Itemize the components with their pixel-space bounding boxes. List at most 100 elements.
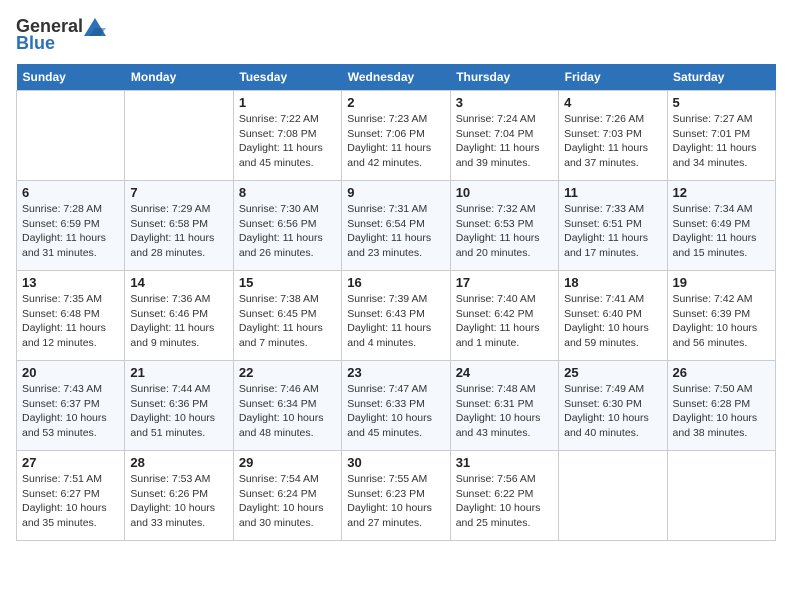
day-number: 2 — [347, 95, 444, 110]
day-info: Sunrise: 7:42 AMSunset: 6:39 PMDaylight:… — [673, 292, 770, 351]
calendar-cell: 26 Sunrise: 7:50 AMSunset: 6:28 PMDayligh… — [667, 361, 775, 451]
calendar-week-row: 13 Sunrise: 7:35 AMSunset: 6:48 PMDayligh… — [17, 271, 776, 361]
day-number: 17 — [456, 275, 553, 290]
day-info: Sunrise: 7:32 AMSunset: 6:53 PMDaylight:… — [456, 202, 553, 261]
day-header-wednesday: Wednesday — [342, 64, 450, 91]
calendar-week-row: 6 Sunrise: 7:28 AMSunset: 6:59 PMDaylight… — [17, 181, 776, 271]
day-info: Sunrise: 7:31 AMSunset: 6:54 PMDaylight:… — [347, 202, 444, 261]
calendar-cell: 30 Sunrise: 7:55 AMSunset: 6:23 PMDayligh… — [342, 451, 450, 541]
page-header: General Blue — [16, 16, 776, 54]
calendar-cell: 20 Sunrise: 7:43 AMSunset: 6:37 PMDayligh… — [17, 361, 125, 451]
day-number: 31 — [456, 455, 553, 470]
day-info: Sunrise: 7:49 AMSunset: 6:30 PMDaylight:… — [564, 382, 661, 441]
day-number: 13 — [22, 275, 119, 290]
day-info: Sunrise: 7:29 AMSunset: 6:58 PMDaylight:… — [130, 202, 227, 261]
day-number: 20 — [22, 365, 119, 380]
day-number: 28 — [130, 455, 227, 470]
day-number: 18 — [564, 275, 661, 290]
day-info: Sunrise: 7:51 AMSunset: 6:27 PMDaylight:… — [22, 472, 119, 531]
day-number: 5 — [673, 95, 770, 110]
day-number: 23 — [347, 365, 444, 380]
day-info: Sunrise: 7:23 AMSunset: 7:06 PMDaylight:… — [347, 112, 444, 171]
day-header-thursday: Thursday — [450, 64, 558, 91]
day-info: Sunrise: 7:44 AMSunset: 6:36 PMDaylight:… — [130, 382, 227, 441]
day-header-saturday: Saturday — [667, 64, 775, 91]
day-info: Sunrise: 7:48 AMSunset: 6:31 PMDaylight:… — [456, 382, 553, 441]
day-info: Sunrise: 7:33 AMSunset: 6:51 PMDaylight:… — [564, 202, 661, 261]
day-info: Sunrise: 7:47 AMSunset: 6:33 PMDaylight:… — [347, 382, 444, 441]
calendar-cell: 8Sunrise: 7:30 AMSunset: 6:56 PMDaylight… — [233, 181, 341, 271]
day-number: 10 — [456, 185, 553, 200]
day-header-monday: Monday — [125, 64, 233, 91]
calendar-cell: 27 Sunrise: 7:51 AMSunset: 6:27 PMDayligh… — [17, 451, 125, 541]
calendar-cell: 18 Sunrise: 7:41 AMSunset: 6:40 PMDayligh… — [559, 271, 667, 361]
logo-blue-text: Blue — [16, 33, 55, 54]
calendar-cell: 7 Sunrise: 7:29 AMSunset: 6:58 PMDaylight… — [125, 181, 233, 271]
calendar-cell: 23 Sunrise: 7:47 AMSunset: 6:33 PMDayligh… — [342, 361, 450, 451]
day-number: 29 — [239, 455, 336, 470]
day-number: 6 — [22, 185, 119, 200]
day-info: Sunrise: 7:35 AMSunset: 6:48 PMDaylight:… — [22, 292, 119, 351]
day-number: 9 — [347, 185, 444, 200]
day-header-sunday: Sunday — [17, 64, 125, 91]
day-number: 4 — [564, 95, 661, 110]
day-number: 26 — [673, 365, 770, 380]
calendar-cell: 9 Sunrise: 7:31 AMSunset: 6:54 PMDaylight… — [342, 181, 450, 271]
calendar-cell: 17Sunrise: 7:40 AMSunset: 6:42 PMDayligh… — [450, 271, 558, 361]
day-info: Sunrise: 7:34 AMSunset: 6:49 PMDaylight:… — [673, 202, 770, 261]
day-number: 11 — [564, 185, 661, 200]
calendar-cell — [125, 91, 233, 181]
day-number: 25 — [564, 365, 661, 380]
day-number: 16 — [347, 275, 444, 290]
calendar-cell: 16Sunrise: 7:39 AMSunset: 6:43 PMDayligh… — [342, 271, 450, 361]
day-header-friday: Friday — [559, 64, 667, 91]
day-info: Sunrise: 7:41 AMSunset: 6:40 PMDaylight:… — [564, 292, 661, 351]
day-info: Sunrise: 7:53 AMSunset: 6:26 PMDaylight:… — [130, 472, 227, 531]
day-number: 27 — [22, 455, 119, 470]
calendar-cell: 12 Sunrise: 7:34 AMSunset: 6:49 PMDayligh… — [667, 181, 775, 271]
day-info: Sunrise: 7:30 AMSunset: 6:56 PMDaylight:… — [239, 202, 336, 261]
calendar-cell: 31Sunrise: 7:56 AMSunset: 6:22 PMDayligh… — [450, 451, 558, 541]
day-number: 1 — [239, 95, 336, 110]
calendar-week-row: 27 Sunrise: 7:51 AMSunset: 6:27 PMDayligh… — [17, 451, 776, 541]
logo-icon — [84, 18, 106, 36]
day-number: 30 — [347, 455, 444, 470]
calendar-cell: 10 Sunrise: 7:32 AMSunset: 6:53 PMDayligh… — [450, 181, 558, 271]
calendar-cell: 19 Sunrise: 7:42 AMSunset: 6:39 PMDayligh… — [667, 271, 775, 361]
calendar-cell: 6 Sunrise: 7:28 AMSunset: 6:59 PMDaylight… — [17, 181, 125, 271]
day-number: 14 — [130, 275, 227, 290]
calendar-cell: 3Sunrise: 7:24 AMSunset: 7:04 PMDaylight… — [450, 91, 558, 181]
calendar-cell: 5 Sunrise: 7:27 AMSunset: 7:01 PMDaylight… — [667, 91, 775, 181]
calendar-cell: 15 Sunrise: 7:38 AMSunset: 6:45 PMDayligh… — [233, 271, 341, 361]
calendar-week-row: 20 Sunrise: 7:43 AMSunset: 6:37 PMDayligh… — [17, 361, 776, 451]
day-header-tuesday: Tuesday — [233, 64, 341, 91]
day-info: Sunrise: 7:43 AMSunset: 6:37 PMDaylight:… — [22, 382, 119, 441]
day-info: Sunrise: 7:27 AMSunset: 7:01 PMDaylight:… — [673, 112, 770, 171]
calendar-cell — [559, 451, 667, 541]
day-number: 7 — [130, 185, 227, 200]
day-info: Sunrise: 7:28 AMSunset: 6:59 PMDaylight:… — [22, 202, 119, 261]
day-info: Sunrise: 7:55 AMSunset: 6:23 PMDaylight:… — [347, 472, 444, 531]
calendar-table: SundayMondayTuesdayWednesdayThursdayFrid… — [16, 64, 776, 541]
logo: General Blue — [16, 16, 107, 54]
calendar-cell: 29 Sunrise: 7:54 AMSunset: 6:24 PMDayligh… — [233, 451, 341, 541]
day-number: 21 — [130, 365, 227, 380]
calendar-cell — [667, 451, 775, 541]
calendar-week-row: 1 Sunrise: 7:22 AMSunset: 7:08 PMDaylight… — [17, 91, 776, 181]
day-info: Sunrise: 7:54 AMSunset: 6:24 PMDaylight:… — [239, 472, 336, 531]
calendar-cell: 21 Sunrise: 7:44 AMSunset: 6:36 PMDayligh… — [125, 361, 233, 451]
day-number: 12 — [673, 185, 770, 200]
day-number: 19 — [673, 275, 770, 290]
calendar-cell: 14Sunrise: 7:36 AMSunset: 6:46 PMDayligh… — [125, 271, 233, 361]
calendar-cell: 11 Sunrise: 7:33 AMSunset: 6:51 PMDayligh… — [559, 181, 667, 271]
calendar-cell — [17, 91, 125, 181]
calendar-cell: 28 Sunrise: 7:53 AMSunset: 6:26 PMDayligh… — [125, 451, 233, 541]
calendar-cell: 25 Sunrise: 7:49 AMSunset: 6:30 PMDayligh… — [559, 361, 667, 451]
day-info: Sunrise: 7:22 AMSunset: 7:08 PMDaylight:… — [239, 112, 336, 171]
calendar-cell: 4Sunrise: 7:26 AMSunset: 7:03 PMDaylight… — [559, 91, 667, 181]
day-info: Sunrise: 7:38 AMSunset: 6:45 PMDaylight:… — [239, 292, 336, 351]
calendar-cell: 24Sunrise: 7:48 AMSunset: 6:31 PMDayligh… — [450, 361, 558, 451]
day-info: Sunrise: 7:50 AMSunset: 6:28 PMDaylight:… — [673, 382, 770, 441]
day-number: 15 — [239, 275, 336, 290]
day-number: 3 — [456, 95, 553, 110]
